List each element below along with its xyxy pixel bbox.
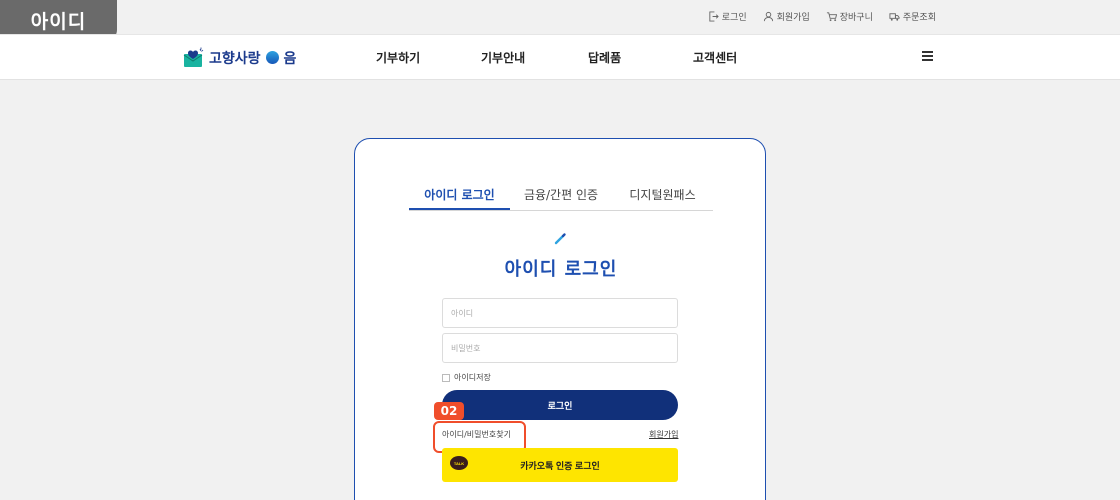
logo-text-suffix: 음 <box>283 51 297 67</box>
kakao-login-label: 카카오톡 인증 로그인 <box>520 460 600 471</box>
util-order-link[interactable]: 주문조회 <box>889 10 936 23</box>
annotation-step-badge: 02 <box>434 402 464 420</box>
util-cart-label: 장바구니 <box>839 13 873 23</box>
kakao-talk-icon: TALK <box>450 456 468 470</box>
tab-financial-auth[interactable]: 금융/간편 인증 <box>510 181 612 210</box>
util-login-label: 로그인 <box>721 13 747 23</box>
login-card: 아이디 로그인 금융/간편 인증 디지털원패스 아이디 로그인 아이디저장 로그… <box>354 138 766 500</box>
save-id-label: 아이디저장 <box>454 373 491 382</box>
util-join-link[interactable]: 회원가입 <box>763 10 810 23</box>
nav-donate[interactable]: 기부하기 <box>376 49 481 66</box>
util-order-label: 주문조회 <box>902 13 936 23</box>
top-utility-bar: 로그인 회원가입 장바구니 주문조회 <box>0 0 1120 34</box>
login-title: 아이디 로그인 <box>504 259 618 280</box>
tab-id-login[interactable]: 아이디 로그인 <box>409 181 510 210</box>
login-tabs: 아이디 로그인 금융/간편 인증 디지털원패스 <box>409 181 713 211</box>
checkbox-box[interactable] <box>442 373 450 382</box>
site-logo[interactable]: 고향사랑 음 <box>183 47 296 69</box>
kakao-login-button[interactable]: TALK 카카오톡 인증 로그인 <box>442 448 678 482</box>
id-input[interactable] <box>442 298 678 328</box>
logo-circle-mark <box>265 50 279 64</box>
cart-icon <box>826 12 837 22</box>
tab-digital-onepass[interactable]: 디지털원패스 <box>612 181 713 210</box>
util-join-label: 회원가입 <box>776 13 810 23</box>
password-input[interactable] <box>442 333 678 363</box>
nav-gifts[interactable]: 답례품 <box>588 49 693 66</box>
logo-text-main: 고향사랑 <box>209 51 261 67</box>
site-header: 고향사랑 음 기부하기 기부안내 답례품 고객센터 <box>0 34 1120 80</box>
user-icon <box>763 11 773 22</box>
hamburger-menu-icon[interactable] <box>922 49 938 65</box>
nav-customer-center[interactable]: 고객센터 <box>693 49 737 66</box>
main-nav: 기부하기 기부안내 답례품 고객센터 <box>376 49 737 66</box>
util-cart-link[interactable]: 장바구니 <box>826 10 873 23</box>
util-login-link[interactable]: 로그인 <box>708 10 747 23</box>
join-link[interactable]: 회원가입 <box>649 429 678 440</box>
login-button[interactable]: 로그인 <box>442 390 678 420</box>
login-icon <box>709 11 719 22</box>
heart-envelope-icon <box>183 47 204 67</box>
utility-nav: 로그인 회원가입 장바구니 주문조회 <box>708 10 936 23</box>
nav-donation-guide[interactable]: 기부안내 <box>481 49 588 66</box>
save-id-checkbox[interactable]: 아이디저장 <box>442 372 491 383</box>
pencil-icon <box>554 233 566 245</box>
truck-icon <box>889 13 900 21</box>
